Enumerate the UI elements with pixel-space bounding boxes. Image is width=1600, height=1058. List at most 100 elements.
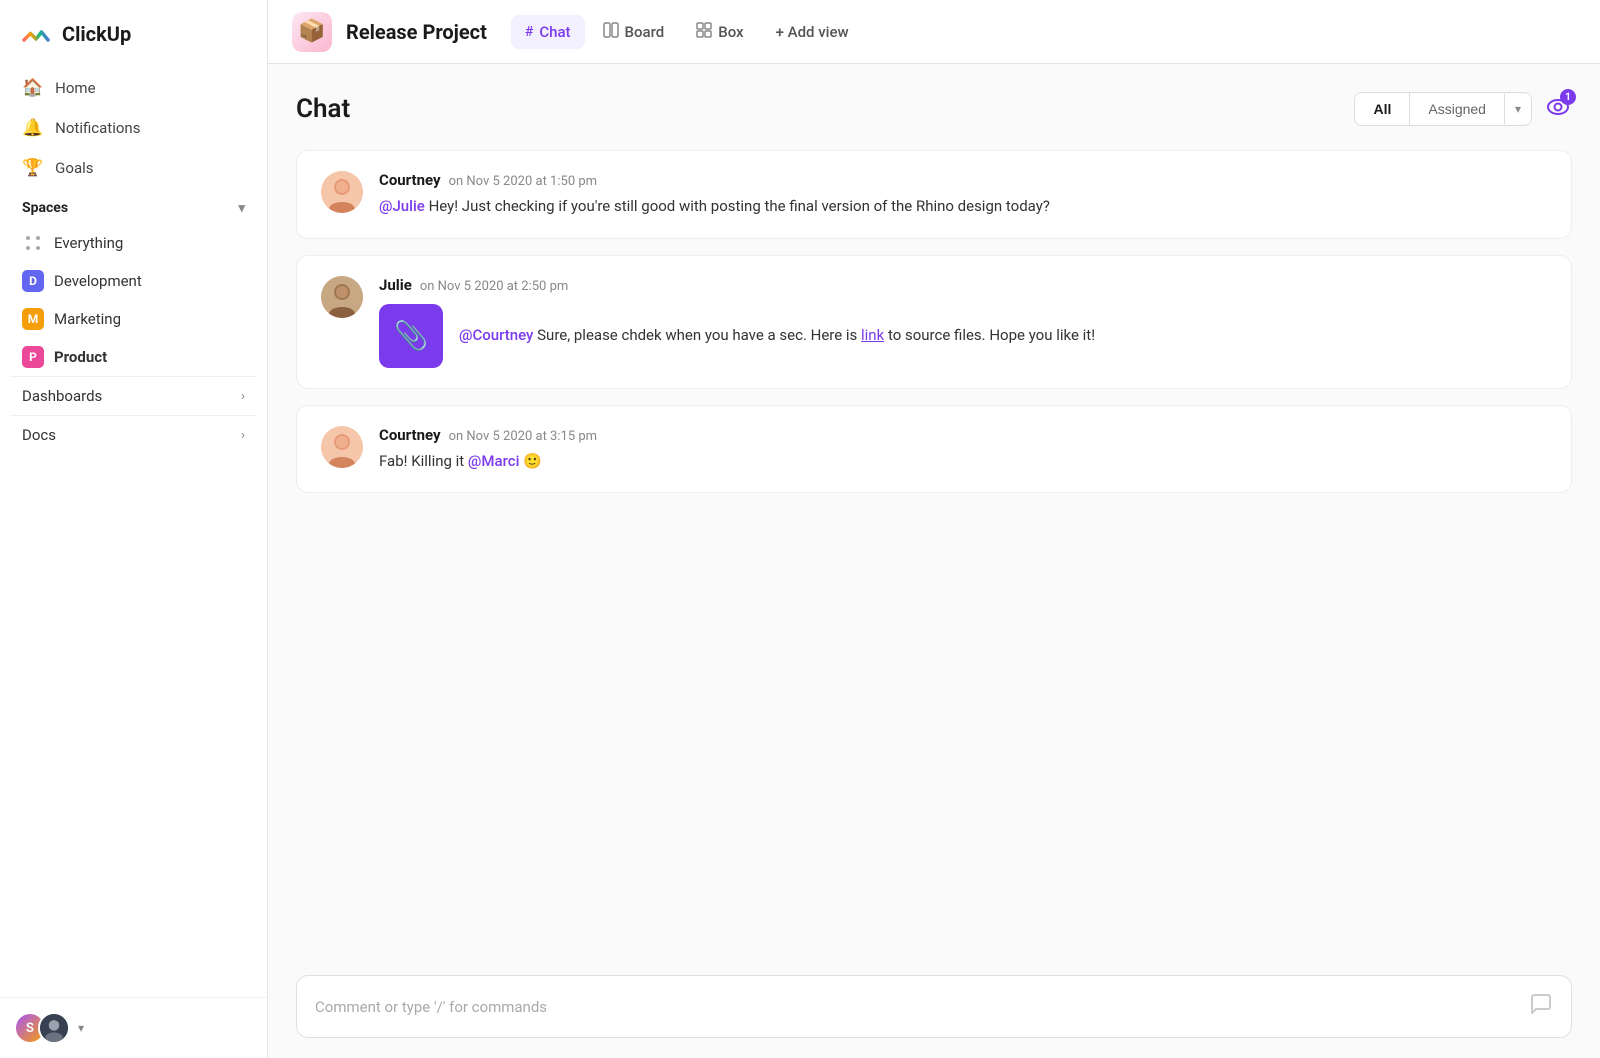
comment-placeholder: Comment or type '/' for commands [315,998,547,1016]
spaces-header[interactable]: Spaces ▾ [10,188,257,224]
sidebar-item-dashboards[interactable]: Dashboards › [10,376,257,415]
filter-all-button[interactable]: All [1355,93,1410,125]
filter-dropdown-icon[interactable]: ▾ [1504,94,1531,124]
topbar-tabs: # Chat Board [511,14,863,50]
goals-icon: 🏆 [22,158,43,178]
sidebar-item-development[interactable]: D Development [10,262,257,300]
comment-bubble-icon [1529,992,1553,1021]
tab-chat[interactable]: # Chat [511,15,585,49]
project-icon: 📦 [292,12,332,52]
board-icon [603,22,619,42]
tab-box-label: Box [718,23,743,41]
sidebar-item-marketing[interactable]: M Marketing [10,300,257,338]
attachment-link[interactable]: link [861,326,884,344]
message-card-2: Julie on Nov 5 2020 at 2:50 pm 📎 @Courtn… [296,255,1572,389]
footer-chevron-icon[interactable]: ▾ [78,1021,84,1035]
avatar-d [38,1012,70,1044]
msg-body-1: Hey! Just checking if you're still good … [429,197,1050,215]
chat-area: Chat All Assigned ▾ 1 [268,64,1600,959]
docs-label: Docs [22,426,56,444]
msg-text-3: Fab! Killing it @Marci 🙂 [379,450,1547,473]
msg-mention-1: @Julie [379,197,425,215]
msg-body-3: Fab! Killing it [379,452,468,470]
notifications-icon: 🔔 [22,118,43,138]
add-view-button[interactable]: + Add view [762,15,863,49]
message-content-1: Courtney on Nov 5 2020 at 1:50 pm @Julie… [379,171,1547,218]
watch-button[interactable]: 1 [1544,93,1572,125]
comment-box-wrap: Comment or type '/' for commands [268,959,1600,1058]
msg-emoji-3: 🙂 [523,452,542,470]
msg-header-3: Courtney on Nov 5 2020 at 3:15 pm [379,426,1547,444]
message-content-2: Julie on Nov 5 2020 at 2:50 pm 📎 @Courtn… [379,276,1547,368]
topbar: 📦 Release Project # Chat Board [268,0,1600,64]
main-content: 📦 Release Project # Chat Board [268,0,1600,1058]
marketing-label: Marketing [54,310,121,328]
sidebar-item-product[interactable]: P Product [10,338,257,376]
dashboards-chevron-icon: › [241,389,245,404]
everything-label: Everything [54,234,123,252]
tab-chat-label: Chat [539,23,570,41]
marketing-badge: M [22,308,44,330]
sidebar: ClickUp 🏠 Home 🔔 Notifications 🏆 Goals S… [0,0,268,1058]
sidebar-home-label: Home [55,79,95,97]
attachment-icon: 📎 [379,304,443,368]
sidebar-item-notifications[interactable]: 🔔 Notifications [10,108,257,148]
chat-hash-icon: # [525,24,533,40]
comment-box[interactable]: Comment or type '/' for commands [296,975,1572,1038]
tab-box[interactable]: Box [682,14,757,50]
msg-author-3: Courtney [379,426,441,444]
julie-avatar [321,276,363,318]
attachment-text-before: Sure, please chdek when you have a sec. … [537,326,861,344]
attachment-text: @Courtney Sure, please chdek when you ha… [459,324,1095,347]
box-icon [696,22,712,42]
msg-header-2: Julie on Nov 5 2020 at 2:50 pm [379,276,1547,294]
everything-icon [22,232,44,254]
msg-header-1: Courtney on Nov 5 2020 at 1:50 pm [379,171,1547,189]
sidebar-item-home[interactable]: 🏠 Home [10,68,257,108]
tab-board-label: Board [625,23,665,41]
courtney-avatar-1 [321,171,363,213]
chat-header-right: All Assigned ▾ 1 [1354,92,1572,126]
project-title: Release Project [346,20,487,44]
filter-group: All Assigned ▾ [1354,92,1532,126]
msg-time-2: on Nov 5 2020 at 2:50 pm [420,279,568,294]
attachment-text-after: to source files. Hope you like it! [888,326,1095,344]
home-icon: 🏠 [22,78,43,98]
docs-chevron-icon: › [241,428,245,443]
msg-author-2: Julie [379,276,412,294]
filter-assigned-button[interactable]: Assigned [1410,93,1504,125]
chat-title: Chat [296,94,350,124]
messages-list: Courtney on Nov 5 2020 at 1:50 pm @Julie… [296,150,1572,959]
sidebar-item-goals[interactable]: 🏆 Goals [10,148,257,188]
user-avatars: S [14,1012,70,1044]
add-view-label: + Add view [776,23,849,41]
sidebar-nav: 🏠 Home 🔔 Notifications 🏆 Goals Spaces ▾ [0,68,267,997]
msg-author-1: Courtney [379,171,441,189]
sidebar-goals-label: Goals [55,159,93,177]
courtney-avatar-2 [321,426,363,468]
dashboards-label: Dashboards [22,387,102,405]
sidebar-notifications-label: Notifications [55,119,140,137]
sidebar-item-docs[interactable]: Docs › [10,415,257,454]
watch-badge: 1 [1560,89,1576,105]
chat-header: Chat All Assigned ▾ 1 [296,92,1572,126]
development-label: Development [54,272,142,290]
msg-text-1: @Julie Hey! Just checking if you're stil… [379,195,1547,218]
message-content-3: Courtney on Nov 5 2020 at 3:15 pm Fab! K… [379,426,1547,473]
msg-time-3: on Nov 5 2020 at 3:15 pm [449,429,597,444]
development-badge: D [22,270,44,292]
logo-text: ClickUp [62,22,131,46]
spaces-label: Spaces [22,200,68,216]
product-label: Product [54,348,107,366]
attachment-block: 📎 @Courtney Sure, please chdek when you … [379,304,1547,368]
msg-mention-3: @Marci [468,452,519,470]
sidebar-item-everything[interactable]: Everything [10,224,257,262]
product-badge: P [22,346,44,368]
logo-area: ClickUp [0,0,267,68]
sidebar-footer: S ▾ [0,997,267,1058]
filter-assigned-label: Assigned [1428,101,1486,117]
attachment-mention: @Courtney [459,326,533,344]
message-card-1: Courtney on Nov 5 2020 at 1:50 pm @Julie… [296,150,1572,239]
clickup-logo-icon [20,18,52,50]
tab-board[interactable]: Board [589,14,679,50]
